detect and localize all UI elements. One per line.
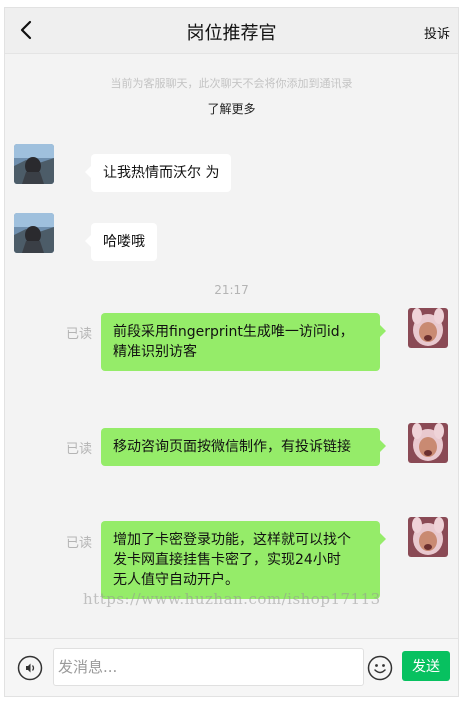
contact-avatar[interactable] (14, 213, 54, 253)
message-line: 无人值守自动开户。 (113, 572, 239, 588)
input-bar: 发送 (5, 638, 458, 696)
voice-icon[interactable] (17, 655, 43, 681)
read-status: 已读 (66, 442, 93, 457)
report-link[interactable]: 投诉 (424, 23, 450, 42)
chat-notice: 当前为客服聊天，此次聊天不会将你添加到通讯录 (110, 77, 353, 90)
my-avatar[interactable] (408, 517, 448, 557)
outgoing-message: 前段采用fingerprint生成唯一访问id， 精准识别访客 (101, 313, 386, 371)
outgoing-message: 增加了卡密登录功能，这样就可以找个 发卡网直接挂售卡密了，实现24小时 无人值守… (101, 521, 386, 599)
watermark-text: https://www.huzhan.com/ishop17113 (83, 590, 381, 608)
message-line: 发卡网直接挂售卡密了，实现24小时 (113, 552, 341, 568)
message-line: 前段采用fingerprint生成唯一访问id， (113, 324, 354, 340)
time-divider: 21:17 (214, 283, 249, 297)
emoji-icon[interactable] (367, 655, 393, 681)
read-status: 已读 (66, 327, 93, 342)
my-avatar[interactable] (408, 308, 448, 348)
contact-avatar[interactable] (14, 144, 54, 184)
message-line: 精准识别访客 (113, 344, 197, 360)
message-line: 移动咨询页面按微信制作，有投诉链接 (113, 439, 351, 455)
send-button[interactable]: 发送 (402, 651, 450, 681)
chat-title: 岗位推荐官 (186, 23, 277, 44)
learn-more-link[interactable]: 了解更多 (5, 100, 458, 117)
chat-header: 岗位推荐官 投诉 (5, 8, 458, 54)
read-status: 已读 (66, 536, 93, 551)
chat-window: 岗位推荐官 投诉 当前为客服聊天，此次聊天不会将你添加到通讯录 了解更多 让我热… (4, 7, 459, 697)
my-avatar[interactable] (408, 423, 448, 463)
incoming-message: 让我热情而沃尔 为 (84, 154, 232, 192)
incoming-message: 哈喽哦 (85, 223, 157, 261)
message-line: 增加了卡密登录功能，这样就可以找个 (113, 532, 351, 548)
outgoing-message: 移动咨询页面按微信制作，有投诉链接 (101, 428, 386, 466)
message-input[interactable] (53, 648, 364, 686)
